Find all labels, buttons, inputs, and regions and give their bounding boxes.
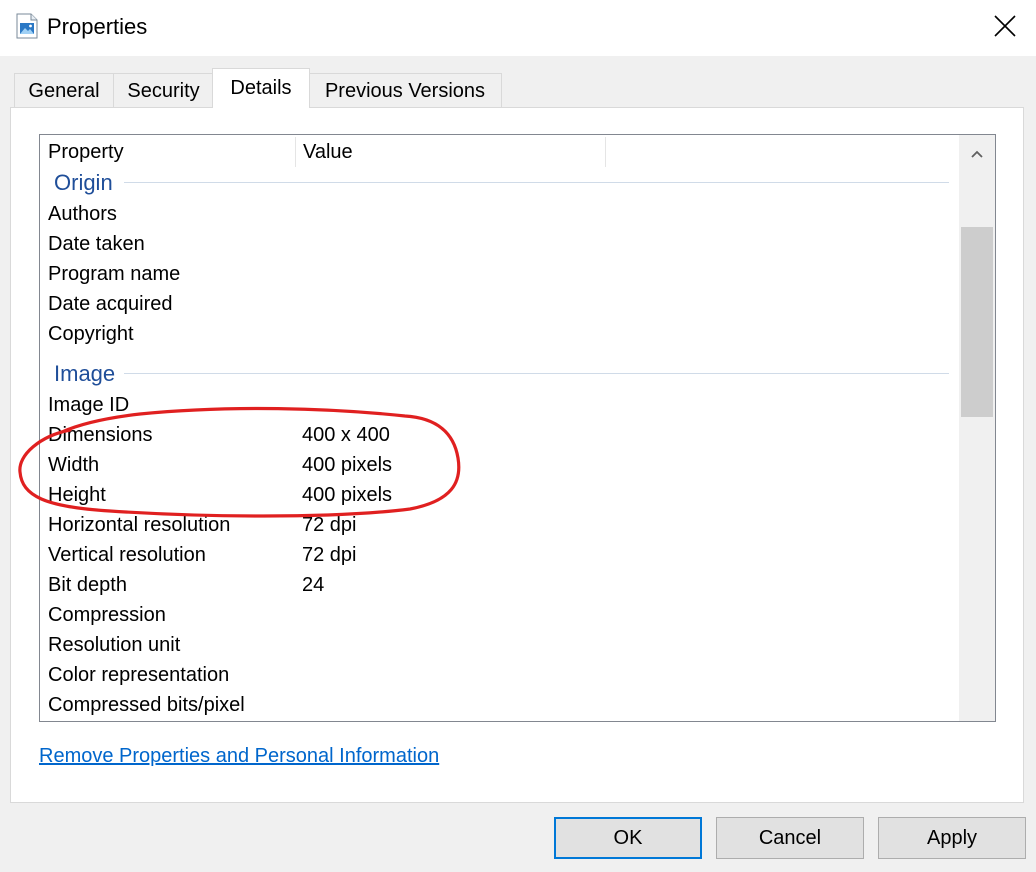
column-header-property[interactable]: Property bbox=[40, 135, 295, 169]
value-dimensions[interactable]: 400 x 400 bbox=[302, 420, 390, 450]
property-horizontal-resolution[interactable]: Horizontal resolution bbox=[48, 510, 230, 540]
property-color-representation[interactable]: Color representation bbox=[48, 660, 229, 690]
value-bit-depth[interactable]: 24 bbox=[302, 570, 324, 600]
properties-list[interactable]: Property Value Origin Authors Date taken… bbox=[39, 134, 996, 722]
property-authors[interactable]: Authors bbox=[48, 199, 117, 229]
ok-button[interactable]: OK bbox=[554, 817, 702, 859]
details-panel: Property Value Origin Authors Date taken… bbox=[10, 107, 1024, 803]
property-height[interactable]: Height bbox=[48, 480, 106, 510]
property-bit-depth[interactable]: Bit depth bbox=[48, 570, 127, 600]
column-separator[interactable] bbox=[605, 137, 606, 167]
property-dimensions[interactable]: Dimensions bbox=[48, 420, 152, 450]
chevron-up-icon bbox=[970, 146, 984, 164]
property-image-id[interactable]: Image ID bbox=[48, 390, 129, 420]
close-button[interactable] bbox=[980, 6, 1030, 50]
tab-label: Previous Versions bbox=[324, 80, 486, 102]
vertical-scrollbar[interactable] bbox=[959, 135, 995, 721]
properties-dialog: Properties General Security Details Prev… bbox=[0, 0, 1036, 872]
column-header-value[interactable]: Value bbox=[295, 135, 605, 169]
tab-label: General bbox=[28, 80, 100, 102]
value-vertical-resolution[interactable]: 72 dpi bbox=[302, 540, 357, 570]
apply-button[interactable]: Apply bbox=[878, 817, 1026, 859]
group-divider bbox=[124, 182, 949, 183]
property-vertical-resolution[interactable]: Vertical resolution bbox=[48, 540, 206, 570]
group-header-origin[interactable]: Origin bbox=[54, 168, 113, 198]
scroll-up-button[interactable] bbox=[959, 141, 995, 169]
property-resolution-unit[interactable]: Resolution unit bbox=[48, 630, 180, 660]
group-header-image[interactable]: Image bbox=[54, 359, 115, 389]
property-copyright[interactable]: Copyright bbox=[48, 319, 134, 349]
window-title: Properties bbox=[47, 14, 148, 39]
property-compression[interactable]: Compression bbox=[48, 600, 166, 630]
property-date-taken[interactable]: Date taken bbox=[48, 229, 145, 259]
property-width[interactable]: Width bbox=[48, 450, 99, 480]
title-bar: Properties bbox=[0, 0, 1036, 56]
scroll-thumb[interactable] bbox=[961, 227, 993, 417]
tab-security[interactable]: Security bbox=[113, 73, 214, 107]
property-date-acquired[interactable]: Date acquired bbox=[48, 289, 173, 319]
property-compressed-bits-pixel[interactable]: Compressed bits/pixel bbox=[48, 690, 245, 720]
close-icon bbox=[994, 14, 1016, 42]
cancel-button[interactable]: Cancel bbox=[716, 817, 864, 859]
value-height[interactable]: 400 pixels bbox=[302, 480, 392, 510]
tab-label: Security bbox=[127, 80, 200, 102]
tab-label: Details bbox=[230, 77, 292, 99]
tab-details[interactable]: Details bbox=[212, 68, 310, 108]
image-file-icon bbox=[16, 13, 38, 39]
value-horizontal-resolution[interactable]: 72 dpi bbox=[302, 510, 357, 540]
remove-properties-link[interactable]: Remove Properties and Personal Informati… bbox=[39, 743, 439, 769]
group-divider bbox=[124, 373, 949, 374]
tab-general[interactable]: General bbox=[14, 73, 114, 107]
value-width[interactable]: 400 pixels bbox=[302, 450, 392, 480]
property-program-name[interactable]: Program name bbox=[48, 259, 180, 289]
tab-previous-versions[interactable]: Previous Versions bbox=[308, 73, 502, 107]
